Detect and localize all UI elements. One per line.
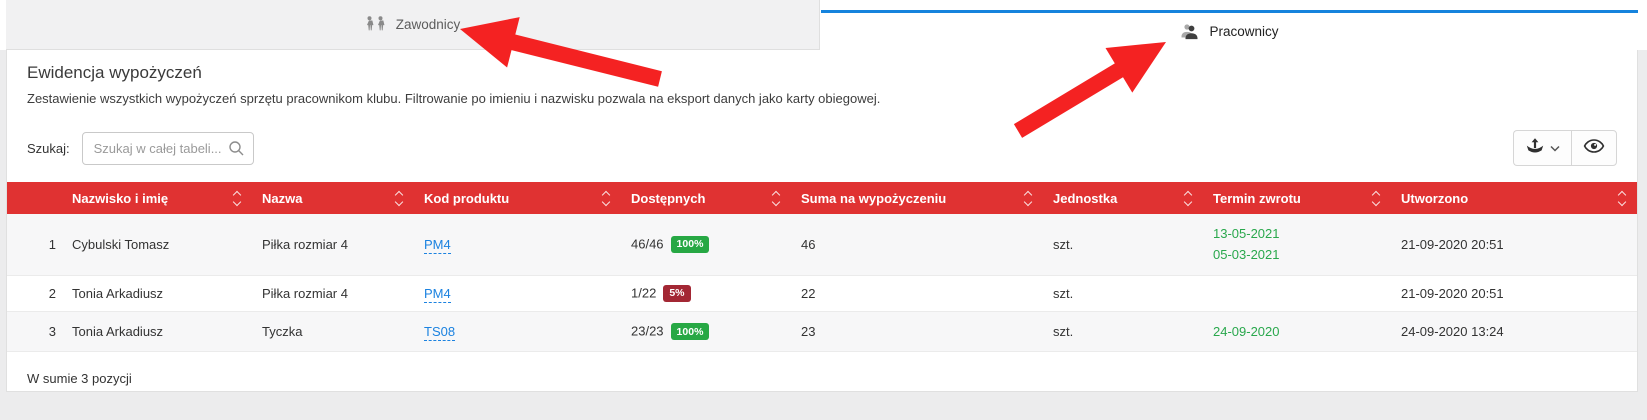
cell-product-code: TS08 bbox=[414, 311, 621, 351]
cell-product-name: Piłka rozmiar 4 bbox=[252, 275, 414, 311]
sort-icon[interactable] bbox=[1185, 192, 1191, 205]
tab-pracownicy[interactable]: Pracownicy bbox=[821, 10, 1638, 50]
column-header-index bbox=[7, 182, 62, 214]
column-header-6[interactable]: Jednostka bbox=[1043, 182, 1203, 214]
column-header-3[interactable]: Kod produktu bbox=[414, 182, 621, 214]
loans-table: Nazwisko i imię Nazwa Kod produktu Dostępny… bbox=[7, 182, 1637, 352]
sort-icon[interactable] bbox=[1619, 192, 1625, 205]
cell-product-code: PM4 bbox=[414, 275, 621, 311]
column-header-4[interactable]: Dostępnych bbox=[621, 182, 791, 214]
column-header-label: Utworzono bbox=[1401, 191, 1468, 206]
column-header-label: Termin zwrotu bbox=[1213, 191, 1301, 206]
table-row: 2Tonia ArkadiuszPiłka rozmiar 4 PM4 1/22 5%… bbox=[7, 275, 1637, 311]
cell-loan-sum: 23 bbox=[791, 311, 1043, 351]
return-date: 05-03-2021 bbox=[1213, 244, 1379, 265]
cell-unit: szt. bbox=[1043, 275, 1203, 311]
person-icon bbox=[1180, 23, 1200, 40]
tab-bar: Zawodnicy Pracownicy bbox=[0, 0, 1647, 50]
cell-available: 23/23 100% bbox=[621, 311, 791, 351]
cell-created: 21-09-2020 20:51 bbox=[1391, 214, 1637, 275]
cell-product-code: PM4 bbox=[414, 214, 621, 275]
product-code-link[interactable]: PM4 bbox=[424, 286, 451, 303]
cell-product-name: Piłka rozmiar 4 bbox=[252, 214, 414, 275]
cell-person-name: Tonia Arkadiusz bbox=[62, 275, 252, 311]
tab-pracownicy-label: Pracownicy bbox=[1209, 24, 1278, 39]
column-header-label: Dostępnych bbox=[631, 191, 705, 206]
cell-return-date bbox=[1203, 275, 1391, 311]
cell-row-index: 3 bbox=[7, 311, 62, 351]
column-header-label: Nazwisko i imię bbox=[72, 191, 168, 206]
table-controls: Szukaj: bbox=[27, 130, 1617, 166]
table-summary: W sumie 3 pozycji bbox=[27, 371, 1617, 386]
cell-row-index: 1 bbox=[7, 214, 62, 275]
table-toolbar bbox=[1513, 130, 1617, 166]
cell-product-name: Tyczka bbox=[252, 311, 414, 351]
tab-zawodnicy[interactable]: Zawodnicy bbox=[6, 0, 820, 50]
column-header-8[interactable]: Utworzono bbox=[1391, 182, 1637, 214]
sort-icon[interactable] bbox=[1025, 192, 1031, 205]
column-header-1[interactable]: Nazwisko i imię bbox=[62, 182, 252, 214]
loans-panel: Ewidencja wypożyczeń Zestawienie wszystk… bbox=[6, 50, 1638, 392]
product-code-link[interactable]: TS08 bbox=[424, 324, 455, 341]
sort-icon[interactable] bbox=[603, 192, 609, 205]
table-row: 1Cybulski TomaszPiłka rozmiar 4 PM4 46/46 1… bbox=[7, 214, 1637, 275]
availability-badge: 100% bbox=[671, 236, 710, 253]
column-header-7[interactable]: Termin zwrotu bbox=[1203, 182, 1391, 214]
table-body: 1Cybulski TomaszPiłka rozmiar 4 PM4 46/46 1… bbox=[7, 214, 1637, 352]
column-header-label: Suma na wypożyczeniu bbox=[801, 191, 946, 206]
available-count: 46/46 bbox=[631, 236, 664, 251]
table-row: 3Tonia ArkadiuszTyczka TS08 23/23 100% 23szt… bbox=[7, 311, 1637, 351]
cell-created: 24-09-2020 13:24 bbox=[1391, 311, 1637, 351]
cell-available: 46/46 100% bbox=[621, 214, 791, 275]
tab-zawodnicy-label: Zawodnicy bbox=[396, 17, 461, 32]
page-subtitle: Zestawienie wszystkich wypożyczeń sprzęt… bbox=[27, 91, 1617, 106]
table-header-row: Nazwisko i imię Nazwa Kod produktu Dostępny… bbox=[7, 182, 1637, 214]
column-header-2[interactable]: Nazwa bbox=[252, 182, 414, 214]
availability-badge: 5% bbox=[663, 285, 690, 302]
return-date: 24-09-2020 bbox=[1213, 321, 1379, 342]
cell-return-date: 24-09-2020 bbox=[1203, 311, 1391, 351]
column-header-label: Kod produktu bbox=[424, 191, 509, 206]
cell-loan-sum: 46 bbox=[791, 214, 1043, 275]
available-count: 23/23 bbox=[631, 324, 664, 339]
eye-icon bbox=[1583, 138, 1605, 159]
two-persons-icon bbox=[365, 16, 387, 33]
column-header-label: Nazwa bbox=[262, 191, 302, 206]
sort-icon[interactable] bbox=[396, 192, 402, 205]
export-icon bbox=[1525, 136, 1545, 161]
search-icon bbox=[228, 140, 245, 162]
return-date: 13-05-2021 bbox=[1213, 223, 1379, 244]
export-button[interactable] bbox=[1513, 130, 1571, 166]
product-code-link[interactable]: PM4 bbox=[424, 237, 451, 254]
sort-icon[interactable] bbox=[773, 192, 779, 205]
sort-icon[interactable] bbox=[234, 192, 240, 205]
column-header-5[interactable]: Suma na wypożyczeniu bbox=[791, 182, 1043, 214]
chevron-down-icon bbox=[1550, 139, 1560, 157]
cell-created: 21-09-2020 20:51 bbox=[1391, 275, 1637, 311]
visibility-button[interactable] bbox=[1571, 130, 1617, 166]
cell-row-index: 2 bbox=[7, 275, 62, 311]
cell-unit: szt. bbox=[1043, 214, 1203, 275]
availability-badge: 100% bbox=[671, 323, 710, 340]
cell-unit: szt. bbox=[1043, 311, 1203, 351]
cell-available: 1/22 5% bbox=[621, 275, 791, 311]
cell-return-date: 13-05-202105-03-2021 bbox=[1203, 214, 1391, 275]
cell-person-name: Cybulski Tomasz bbox=[62, 214, 252, 275]
search-label: Szukaj: bbox=[27, 141, 70, 156]
page-title: Ewidencja wypożyczeń bbox=[27, 63, 1617, 83]
available-count: 1/22 bbox=[631, 285, 656, 300]
cell-person-name: Tonia Arkadiusz bbox=[62, 311, 252, 351]
column-header-label: Jednostka bbox=[1053, 191, 1117, 206]
cell-loan-sum: 22 bbox=[791, 275, 1043, 311]
sort-icon[interactable] bbox=[1373, 192, 1379, 205]
